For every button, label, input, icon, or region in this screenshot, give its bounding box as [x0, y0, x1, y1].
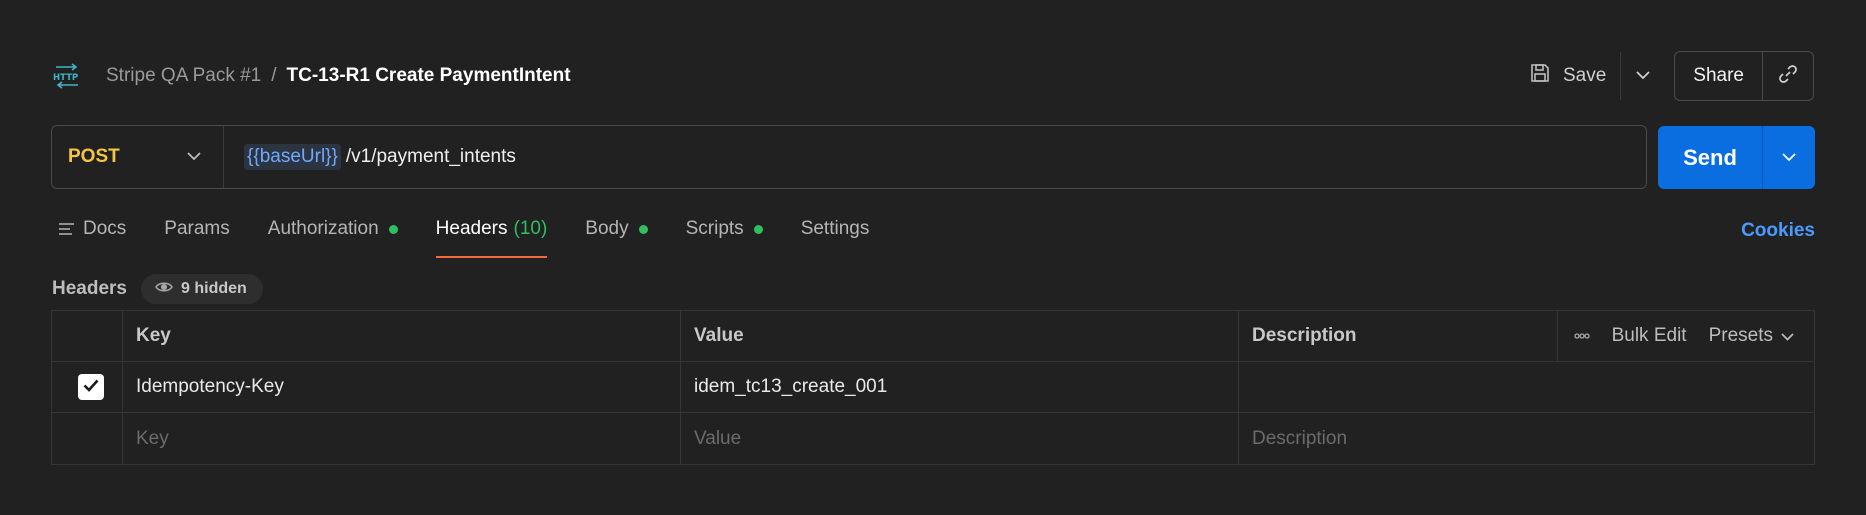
presets-dropdown[interactable]: Presets	[1709, 325, 1794, 347]
request-title[interactable]: TC-13-R1 Create PaymentIntent	[287, 65, 571, 87]
tab-body[interactable]: Body	[585, 212, 648, 246]
save-icon	[1529, 62, 1551, 90]
url-bar: POST {{baseUrl}} /v1/payment_intents	[51, 125, 1647, 189]
bulk-edit-button[interactable]: Bulk Edit	[1612, 325, 1687, 347]
copy-link-button[interactable]	[1763, 52, 1813, 100]
breadcrumb: Stripe QA Pack #1 / TC-13-R1 Create Paym…	[106, 65, 571, 87]
header-check-cell	[52, 311, 123, 361]
share-group: Share	[1674, 51, 1814, 101]
tab-label: Scripts	[685, 218, 744, 239]
headers-table: Key Value Description Bulk Edit Presets	[51, 310, 1815, 465]
tab-label: Settings	[800, 218, 870, 239]
header-enabled-checkbox[interactable]	[78, 374, 104, 400]
tab-label: Headers	[435, 218, 508, 239]
method-label: POST	[68, 146, 120, 167]
url-input[interactable]: {{baseUrl}} /v1/payment_intents	[244, 126, 516, 188]
breadcrumb-collection[interactable]: Stripe QA Pack #1	[106, 65, 261, 87]
row-check-cell	[52, 413, 123, 464]
tab-count: (10)	[513, 218, 548, 239]
hidden-headers-toggle[interactable]: 9 hidden	[141, 274, 263, 304]
status-dot	[638, 224, 648, 234]
more-options-icon[interactable]	[1573, 333, 1590, 339]
tab-scripts[interactable]: Scripts	[686, 212, 763, 246]
tab-authorization[interactable]: Authorization	[268, 212, 398, 246]
chevron-down-icon	[1636, 67, 1650, 85]
headers-section-header: Headers 9 hidden	[52, 274, 263, 304]
save-label: Save	[1562, 65, 1607, 86]
table-actions: Bulk Edit Presets	[1556, 311, 1814, 361]
header-description-cell[interactable]	[1239, 362, 1814, 412]
chevron-down-icon	[187, 148, 201, 166]
tab-params[interactable]: Params	[164, 212, 229, 246]
cookies-link[interactable]: Cookies	[1741, 220, 1815, 242]
tab-docs[interactable]: Docs	[58, 212, 126, 246]
tab-label: Authorization	[267, 218, 379, 239]
status-dot	[753, 224, 763, 234]
save-options-button[interactable]	[1620, 52, 1664, 100]
header-value-cell[interactable]: idem_tc13_create_001	[681, 362, 1239, 412]
description-header-label: Description	[1252, 325, 1357, 346]
save-button[interactable]: Save	[1519, 52, 1620, 100]
tab-label: Params	[164, 218, 230, 239]
request-tabs: Docs Params Authorization Headers (10) B…	[58, 212, 907, 258]
method-select[interactable]: POST	[52, 126, 224, 188]
send-group: Send	[1658, 126, 1815, 189]
breadcrumb-separator: /	[271, 65, 277, 86]
url-path: /v1/payment_intents	[345, 146, 516, 167]
table-header-row: Key Value Description Bulk Edit Presets	[52, 311, 1814, 362]
tab-label: Body	[585, 218, 629, 239]
tab-settings[interactable]: Settings	[801, 212, 870, 246]
table-row-empty: Key Value Description	[52, 413, 1814, 464]
hidden-count-label: 9 hidden	[181, 280, 247, 297]
presets-label: Presets	[1708, 325, 1773, 346]
new-value-input[interactable]: Value	[681, 413, 1239, 464]
new-description-input[interactable]: Description	[1239, 413, 1814, 464]
top-actions: Save Share	[1519, 51, 1814, 101]
new-key-input[interactable]: Key	[123, 413, 681, 464]
send-button[interactable]: Send	[1658, 126, 1763, 189]
table-row: Idempotency-Key idem_tc13_create_001	[52, 362, 1814, 413]
eye-icon	[155, 280, 173, 298]
tab-label: Docs	[83, 218, 127, 239]
send-options-button[interactable]	[1763, 126, 1815, 189]
headers-title: Headers	[52, 278, 127, 299]
chevron-down-icon	[1781, 325, 1794, 347]
share-button[interactable]: Share	[1675, 52, 1763, 100]
header-key-cell[interactable]: Idempotency-Key	[123, 362, 681, 412]
column-header-key: Key	[123, 311, 681, 361]
column-header-description: Description Bulk Edit Presets	[1239, 311, 1814, 361]
docs-icon	[58, 222, 75, 236]
row-check-cell	[52, 362, 123, 412]
url-variable: {{baseUrl}}	[244, 144, 341, 170]
http-icon: HTTP	[52, 61, 92, 91]
tab-headers[interactable]: Headers (10)	[435, 212, 548, 258]
status-dot	[388, 224, 398, 234]
checkmark-icon	[83, 376, 99, 398]
column-header-value: Value	[681, 311, 1239, 361]
link-icon	[1777, 63, 1799, 90]
svg-text:HTTP: HTTP	[53, 73, 78, 83]
chevron-down-icon	[1782, 149, 1796, 167]
request-header: HTTP Stripe QA Pack #1 / TC-13-R1 Create…	[52, 51, 1814, 101]
